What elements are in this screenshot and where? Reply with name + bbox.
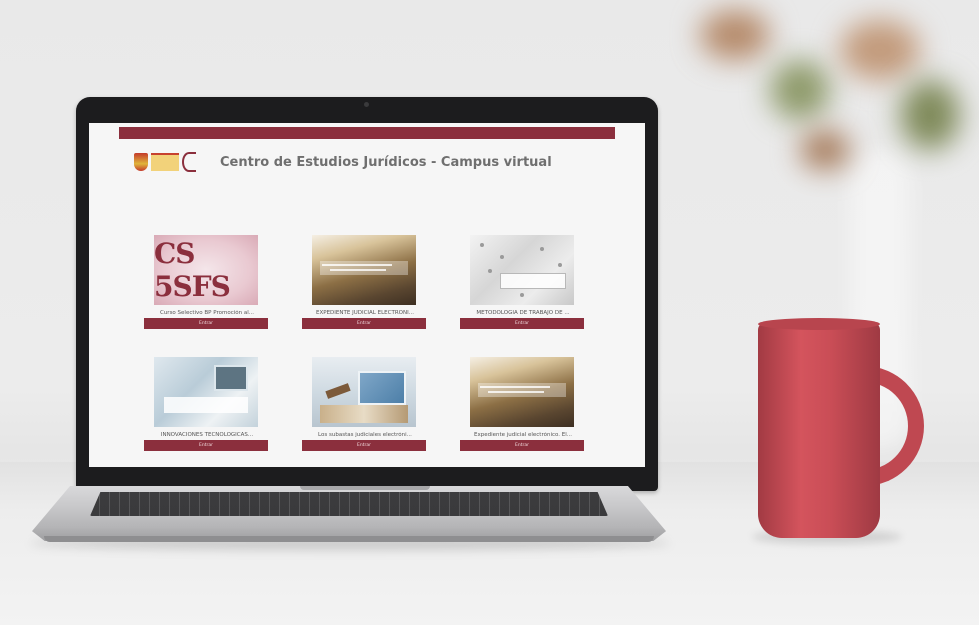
monitor-icon bbox=[214, 365, 248, 391]
photo-scene: Centro de Estudios Jurídicos - Campus vi… bbox=[0, 0, 979, 625]
thumbnail-banner bbox=[164, 397, 248, 413]
course-thumbnail[interactable]: CS 5SFS bbox=[154, 235, 258, 305]
gobierno-logo-icon[interactable] bbox=[134, 151, 198, 173]
thumbnail-text-line bbox=[488, 391, 544, 393]
enter-course-button[interactable]: Entrar bbox=[460, 318, 584, 329]
thumbnail-text-line bbox=[322, 264, 392, 266]
coat-of-arms-icon bbox=[134, 153, 148, 171]
enter-course-button[interactable]: Entrar bbox=[460, 440, 584, 451]
network-node-icon bbox=[480, 243, 484, 247]
course-thumbnail[interactable] bbox=[154, 357, 258, 427]
laptop-screen: Centro de Estudios Jurídicos - Campus vi… bbox=[89, 123, 645, 467]
enter-course-button[interactable]: Entrar bbox=[144, 318, 268, 329]
plant-blur-3 bbox=[840, 20, 920, 80]
webcam-icon bbox=[364, 102, 369, 107]
network-node-icon bbox=[520, 293, 524, 297]
enter-course-button[interactable]: Entrar bbox=[302, 318, 426, 329]
course-thumbnail[interactable] bbox=[470, 357, 574, 427]
thumbnail-banner bbox=[500, 273, 566, 289]
network-node-icon bbox=[500, 255, 504, 259]
course-name[interactable]: Los subastas judiciales electróni... bbox=[302, 432, 428, 438]
course-name[interactable]: INNOVACIONES TECNOLÓGICAS... bbox=[144, 432, 270, 438]
thumbnail-text-line bbox=[330, 269, 386, 271]
monitor-icon bbox=[358, 371, 406, 405]
gavel-icon bbox=[325, 383, 351, 399]
course-name[interactable]: EXPEDIENTE JUDICIAL ELECTRÓNI... bbox=[302, 310, 428, 316]
course-thumbnail[interactable] bbox=[312, 357, 416, 427]
laptop-front-edge bbox=[44, 536, 654, 542]
course-card: Expediente judicial electrónico. El... E… bbox=[460, 357, 586, 451]
course-thumbnail[interactable] bbox=[312, 235, 416, 305]
course-card: METODOLOGÍA DE TRABAJO DE ... Entrar bbox=[460, 235, 586, 329]
top-banner bbox=[119, 127, 615, 139]
course-name[interactable]: METODOLOGÍA DE TRABAJO DE ... bbox=[460, 310, 586, 316]
mug-rim bbox=[758, 318, 880, 330]
keyboard bbox=[90, 492, 608, 516]
network-node-icon bbox=[540, 247, 544, 251]
desk-surface bbox=[320, 405, 408, 423]
course-name[interactable]: Curso Selectivo BP Promoción al... bbox=[144, 310, 270, 316]
plant-blur-5 bbox=[800, 130, 850, 170]
network-node-icon bbox=[488, 269, 492, 273]
course-card: CS 5SFS Curso Selectivo BP Promoción al.… bbox=[144, 235, 270, 329]
plant-blur-1 bbox=[700, 10, 770, 60]
page-title: Centro de Estudios Jurídicos - Campus vi… bbox=[220, 154, 552, 170]
laptop-lid: Centro de Estudios Jurídicos - Campus vi… bbox=[76, 97, 658, 491]
network-node-icon bbox=[558, 263, 562, 267]
site-header: Centro de Estudios Jurídicos - Campus vi… bbox=[134, 147, 604, 177]
enter-course-button[interactable]: Entrar bbox=[302, 440, 426, 451]
course-thumbnail[interactable] bbox=[470, 235, 574, 305]
enter-course-button[interactable]: Entrar bbox=[144, 440, 268, 451]
course-card: EXPEDIENTE JUDICIAL ELECTRÓNI... Entrar bbox=[302, 235, 428, 329]
cej-mark-icon bbox=[182, 152, 196, 172]
thumbnail-text: CS 5SFS bbox=[154, 237, 231, 303]
coffee-mug-icon bbox=[758, 322, 880, 538]
plant-blur-4 bbox=[900, 80, 960, 150]
ministry-band-icon bbox=[151, 153, 179, 171]
course-name[interactable]: Expediente judicial electrónico. El... bbox=[460, 432, 586, 438]
plant-blur-2 bbox=[770, 60, 830, 120]
thumbnail-text-line bbox=[480, 386, 550, 388]
hinge-notch bbox=[300, 486, 430, 490]
course-card: INNOVACIONES TECNOLÓGICAS... Entrar bbox=[144, 357, 270, 451]
course-card: Los subastas judiciales electróni... Ent… bbox=[302, 357, 428, 451]
